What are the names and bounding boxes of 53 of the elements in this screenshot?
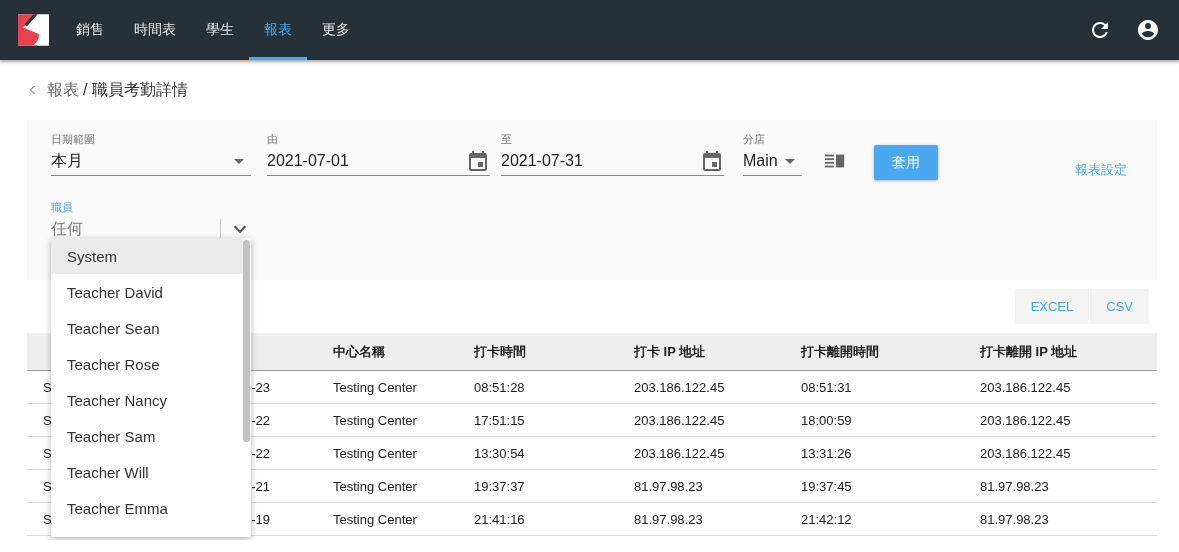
field-label: 至 [501, 132, 513, 147]
table-cell: 203.186.122.45 [618, 404, 785, 437]
table-cell: 203.186.122.45 [964, 371, 1157, 404]
nav-tab[interactable]: 更多 [307, 0, 365, 60]
table-cell: 203.186.122.45 [964, 404, 1157, 437]
table-cell: Testing Center [317, 371, 458, 404]
column-header: 打卡離開 IP 地址 [980, 342, 1078, 361]
column-header: 打卡時間 [474, 342, 526, 361]
dropdown-option[interactable]: System [51, 238, 243, 274]
column-header: 打卡 IP 地址 [634, 342, 706, 361]
nav-tab[interactable]: 報表 [249, 0, 307, 60]
table-cell: 203.186.122.45 [618, 437, 785, 470]
calendar-icon[interactable] [700, 149, 724, 173]
table-cell: 81.97.98.23 [964, 503, 1157, 536]
table-cell: 203.186.122.45 [964, 437, 1157, 470]
scrollbar-thumb[interactable] [243, 240, 250, 442]
table-cell: 81.97.98.23 [618, 503, 785, 536]
account-icon[interactable] [1136, 18, 1160, 42]
table-cell: 81.97.98.23 [618, 470, 785, 503]
field-label: 由 [267, 132, 279, 147]
page-title: / 職員考勤詳情 [83, 79, 188, 100]
table-cell: 81.97.98.23 [964, 470, 1157, 503]
table-cell: 19:37:37 [458, 470, 618, 503]
table-cell: 17:51:15 [458, 404, 618, 437]
nav-tab[interactable]: 時間表 [119, 0, 191, 60]
breadcrumb-link[interactable]: 報表 [47, 79, 79, 101]
table-cell: Testing Center [317, 437, 458, 470]
table-cell: 08:51:28 [458, 371, 618, 404]
column-header: 打卡離開時間 [801, 342, 879, 361]
field-label: 職員 [51, 200, 74, 215]
table-cell: 21:42:12 [785, 503, 964, 536]
nav-tab[interactable]: 學生 [191, 0, 249, 60]
date-range-select[interactable]: 日期範圍 本月 [51, 128, 251, 176]
table-cell: 13:30:54 [458, 437, 618, 470]
table-cell: 18:00:59 [785, 404, 964, 437]
calendar-icon[interactable] [466, 149, 490, 173]
dropdown-option[interactable]: Teacher David [51, 274, 243, 310]
table-cell: Testing Center [317, 404, 458, 437]
nav-tab[interactable]: 銷售 [61, 0, 119, 60]
start-date-field[interactable]: 2021-07-01 [267, 152, 466, 170]
logo-icon[interactable] [18, 14, 49, 46]
table-cell: Testing Center [317, 470, 458, 503]
end-date-field[interactable]: 2021-07-31 [501, 152, 700, 170]
table-cell: 203.186.122.45 [618, 371, 785, 404]
table-cell: Testing Center [317, 503, 458, 536]
column-header: 中心名稱 [333, 342, 385, 361]
staff-field[interactable]: 任何 [51, 220, 212, 238]
table-cell: 21:41:16 [458, 503, 618, 536]
dropdown-option[interactable]: Teacher Sean [51, 310, 243, 346]
table-cell: 19:37:45 [785, 470, 964, 503]
table-cell: 08:51:31 [785, 371, 964, 404]
branch-select[interactable]: 分店 Main [743, 128, 802, 176]
table-cell: 13:31:26 [785, 437, 964, 470]
